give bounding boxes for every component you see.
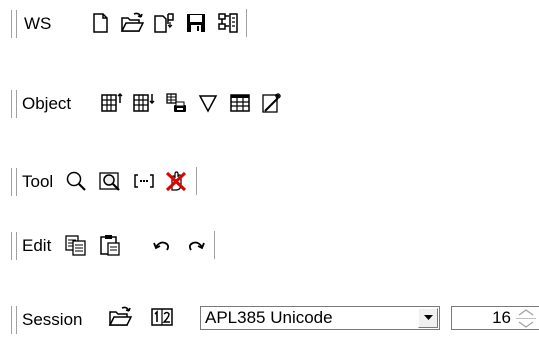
ws-toolbar-grip[interactable] bbox=[12, 10, 17, 38]
font-size-spinner[interactable]: 16 bbox=[451, 306, 539, 330]
copy-button[interactable] bbox=[64, 233, 88, 257]
explorer-icon bbox=[218, 13, 238, 33]
paste-button[interactable] bbox=[98, 233, 122, 257]
find-icon bbox=[66, 171, 86, 191]
object-toolbar-grip[interactable] bbox=[12, 90, 17, 118]
font-select-value: APL385 Unicode bbox=[205, 308, 333, 327]
wizard-button[interactable] bbox=[260, 91, 284, 115]
filter-icon bbox=[198, 95, 218, 113]
edit-toolbar-grip[interactable] bbox=[12, 232, 17, 260]
font-size-toggle-button[interactable] bbox=[150, 305, 174, 329]
clear-stops-button[interactable] bbox=[164, 169, 188, 193]
edit-toolbar-label: Edit bbox=[22, 236, 52, 255]
find-button[interactable] bbox=[64, 169, 88, 193]
spinner-arrows-icon[interactable] bbox=[515, 309, 537, 328]
open-session-icon bbox=[108, 306, 132, 326]
tool-toolbar-label: Tool bbox=[22, 172, 54, 191]
save-ws-button[interactable] bbox=[184, 11, 208, 35]
object-toolbar-label: Object bbox=[22, 94, 72, 113]
session-toolbar: Session APL385 Unicode 16 bbox=[0, 302, 539, 336]
find-replace-icon bbox=[99, 172, 120, 191]
open-ws-icon bbox=[120, 12, 144, 32]
edit-toolbar-end bbox=[214, 231, 216, 259]
insert-object-below-icon bbox=[133, 94, 155, 112]
copy-ws-button[interactable] bbox=[152, 11, 176, 35]
paste-icon bbox=[100, 235, 120, 256]
insert-object-below-button[interactable] bbox=[132, 91, 156, 115]
tool-toolbar-end bbox=[196, 167, 198, 195]
explorer-button[interactable] bbox=[216, 11, 240, 35]
line-numbers-button[interactable] bbox=[132, 169, 156, 193]
filter-button[interactable] bbox=[196, 91, 220, 115]
new-ws-button[interactable] bbox=[88, 11, 112, 35]
insert-object-above-button[interactable] bbox=[100, 91, 124, 115]
font-size-value: 16 bbox=[492, 308, 511, 327]
session-toolbar-label: Session bbox=[22, 310, 83, 329]
chevron-down-icon bbox=[424, 315, 433, 320]
find-replace-button[interactable] bbox=[98, 169, 122, 193]
undo-button[interactable] bbox=[150, 233, 174, 257]
spreadsheet-button[interactable] bbox=[228, 91, 252, 115]
undo-icon bbox=[153, 241, 170, 251]
clear-stops-icon bbox=[165, 171, 187, 192]
ws-toolbar-end bbox=[246, 9, 248, 37]
print-object-button[interactable] bbox=[164, 91, 188, 115]
redo-button[interactable] bbox=[184, 233, 208, 257]
font-icon bbox=[151, 308, 173, 326]
save-ws-icon bbox=[187, 14, 205, 32]
new-ws-icon bbox=[93, 13, 108, 33]
redo-icon bbox=[188, 241, 205, 251]
open-ws-button[interactable] bbox=[120, 11, 144, 35]
open-session-button[interactable] bbox=[108, 305, 132, 329]
session-toolbar-grip[interactable] bbox=[12, 306, 17, 334]
ws-toolbar-label: WS bbox=[24, 14, 52, 33]
spreadsheet-icon bbox=[230, 94, 250, 112]
line-numbers-icon bbox=[134, 174, 154, 188]
copy-icon bbox=[65, 235, 86, 256]
font-select-dropdown-button[interactable] bbox=[418, 308, 438, 328]
insert-object-above-icon bbox=[101, 92, 123, 112]
copy-ws-icon bbox=[154, 13, 174, 33]
tool-toolbar-grip[interactable] bbox=[12, 168, 17, 196]
wizard-icon bbox=[262, 93, 281, 113]
font-select[interactable]: APL385 Unicode bbox=[200, 306, 440, 330]
print-object-icon bbox=[166, 93, 186, 112]
